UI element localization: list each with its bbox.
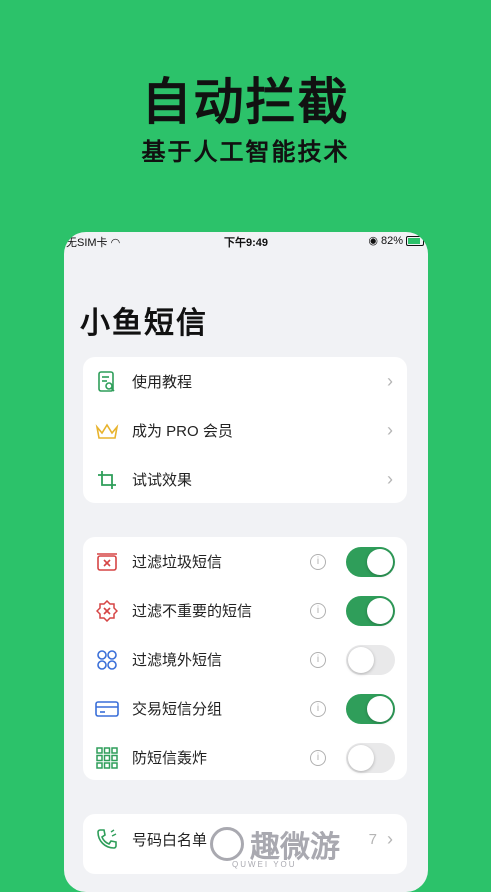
info-icon[interactable]: i [310,749,326,766]
hero-subtitle: 基于人工智能技术 [141,139,350,166]
toggle-switch[interactable] [346,595,395,626]
filter-unimportant: 过滤不重要的短信 i [83,586,407,635]
info-icon[interactable]: i [310,602,326,619]
toggle-switch[interactable] [346,546,395,577]
filter-label: 过滤境外短信 [132,652,223,669]
battery-percent: 82% [380,234,403,247]
filter-label: 交易短信分组 [132,701,223,718]
menu-item-label: 成为 PRO 会员 [132,423,233,440]
whitelist-label: 号码白名单 [132,831,208,849]
filter-card: 过滤垃圾短信 i 过滤不重要的短信 i 过滤境外短信 i 交易短信分组 i 防短… [83,537,407,780]
chevron-right-icon: › [387,828,393,849]
menu-item-pro[interactable]: 成为 PRO 会员 › [83,406,407,455]
info-icon[interactable]: i [310,700,326,717]
filter-transaction: 交易短信分组 i [83,684,407,733]
toggle-switch[interactable] [346,644,395,675]
grid-square-icon [95,746,119,770]
filter-label: 过滤垃圾短信 [132,554,223,571]
document-search-icon [95,370,119,394]
toggle-switch[interactable] [346,693,395,724]
info-icon[interactable]: i [310,651,326,668]
toggle-knob [348,744,374,771]
chevron-right-icon: › [387,371,393,391]
menu-item-label: 试试效果 [132,472,193,489]
filter-bombing: 防短信轰炸 i [83,733,407,782]
menu-item-label: 使用教程 [132,374,193,391]
toggle-knob [367,695,393,722]
toggle-knob [367,548,393,575]
filter-label: 过滤不重要的短信 [132,603,253,620]
filter-foreign: 过滤境外短信 i [83,635,407,684]
filter-spam: 过滤垃圾短信 i [83,537,407,586]
battery-icon [406,235,424,246]
card-icon [95,697,119,721]
info-icon[interactable]: i [310,553,326,570]
watermark-logo-icon [210,827,244,861]
orientation-lock-icon: ◉ [368,235,378,247]
toggle-knob [367,597,393,624]
crown-icon [95,419,119,443]
chevron-right-icon: › [387,420,393,440]
filter-label: 防短信轰炸 [132,750,208,767]
chevron-right-icon: › [387,469,393,489]
menu-item-tutorial[interactable]: 使用教程 › [83,357,407,406]
status-bar: 无SIM卡 ◠ 下午9:49 ◉ 82% [64,232,428,250]
app-title: 小鱼短信 [80,307,208,340]
hero-title: 自动拦截 [141,74,350,130]
phone-icon [95,827,119,851]
watermark-subtext: QUWEI YOU [232,860,297,869]
phone-screen: 无SIM卡 ◠ 下午9:49 ◉ 82% 小鱼短信 使用教程 › 成为 PRO … [64,232,428,892]
menu-card: 使用教程 › 成为 PRO 会员 › 试试效果 › [83,357,407,503]
menu-item-try[interactable]: 试试效果 › [83,455,407,504]
spam-box-icon [95,550,119,574]
toggle-switch[interactable] [346,742,395,773]
whitelist-count: 7 [368,830,377,848]
toggle-knob [348,646,374,673]
x-badge-icon [95,599,119,623]
status-right: ◉ 82% [368,234,424,247]
crop-icon [95,468,119,492]
grid-dots-icon [95,648,119,672]
